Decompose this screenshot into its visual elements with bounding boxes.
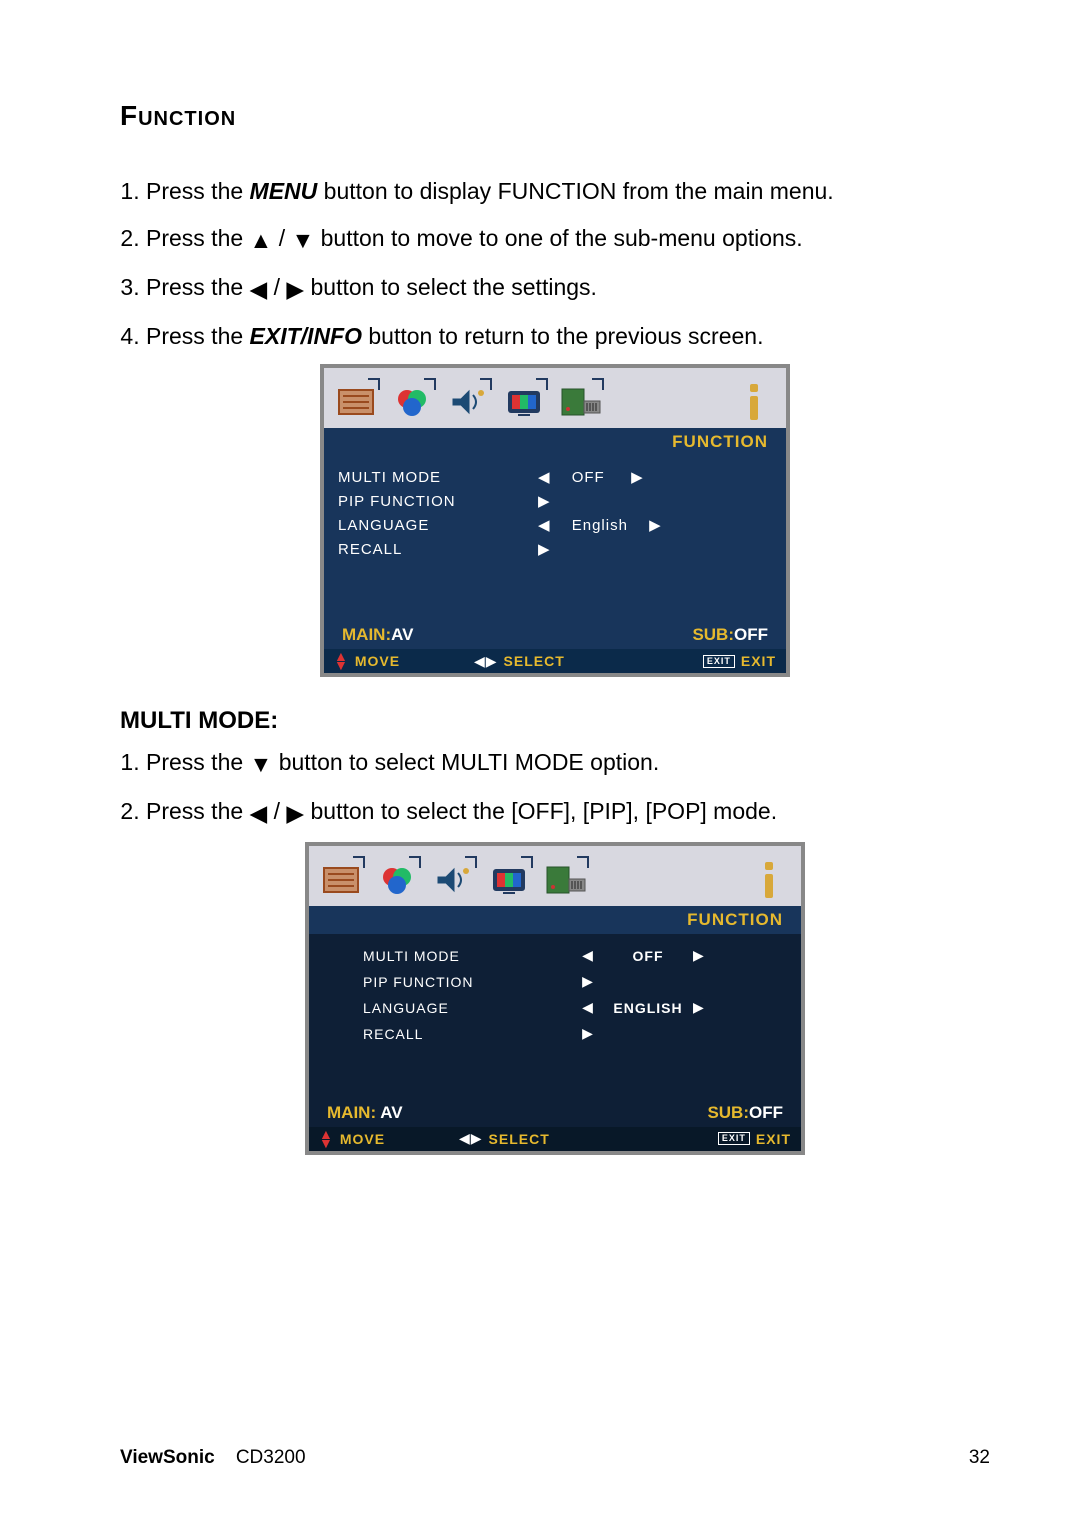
osd-tab-row [309,846,801,906]
tab-tv-icon [487,858,531,902]
right-arrow-icon: ▶ [631,468,644,486]
osd-screenshot-2: FUNCTION MULTI MODE ◀ OFF ▶ PIP FUNCTION… [305,842,805,1155]
tab-list-icon [319,858,363,902]
left-arrow-icon: ◀ [538,468,551,486]
right-triangle-icon: ▶ [286,270,304,309]
down-triangle-icon: ▼ [291,221,314,260]
page-footer: ViewSonic CD3200 32 [120,1447,990,1469]
right-arrow-icon: ▶ [693,999,723,1016]
osd-row-multimode: MULTI MODE ◀ OFF ▶ [323,944,787,968]
tab-list-icon [334,380,378,424]
main-steps-list: Press the MENU button to display FUNCTIO… [120,172,990,356]
left-triangle-icon: ◀ [250,794,268,833]
right-arrow-icon: ▶ [693,947,723,964]
osd-footer: ▲▼ MOVE ◀▶ SELECT EXIT EXIT [324,649,786,673]
osd-body: MULTI MODE ◀ OFF ▶ PIP FUNCTION ▶ LANGUA… [309,934,801,1099]
osd-screenshot-1: FUNCTION MULTI MODE ◀ OFF ▶ PIP FUNCTION… [320,364,790,677]
left-arrow-icon: ◀ [573,999,603,1016]
tab-tv-icon [502,380,546,424]
tab-function-icon [558,380,602,424]
tab-info-icon [747,858,791,902]
mm-step-1: Press the ▼ button to select MULTI MODE … [146,743,990,784]
multimode-steps: Press the ▼ button to select MULTI MODE … [120,743,990,833]
osd-row-recall: RECALL ▶ [323,1022,787,1046]
osd-body: MULTI MODE ◀ OFF ▶ PIP FUNCTION ▶ LANGUA… [324,456,786,621]
osd-row-language: LANGUAGE ◀ ENGLISH ▶ [323,996,787,1020]
step-1: Press the MENU button to display FUNCTIO… [146,172,990,211]
tab-color-icon [390,380,434,424]
osd-footer: ▲▼ MOVE ◀▶ SELECT EXIT EXIT [309,1127,801,1151]
exit-box-icon: EXIT [703,655,735,668]
left-triangle-icon: ◀ [250,270,268,309]
right-arrow-icon: ▶ [573,973,603,990]
tab-audio-icon [431,858,475,902]
osd-row-recall: RECALL ▶ [338,538,772,560]
down-triangle-icon: ▼ [250,745,273,784]
osd-status-bar: MAIN: AV SUB:OFF [309,1099,801,1127]
multimode-heading: MULTI MODE: [120,707,990,735]
osd-title: FUNCTION [309,906,801,934]
osd-row-language: LANGUAGE ◀ English ▶ [338,514,772,536]
osd-row-pip: PIP FUNCTION ▶ [338,490,772,512]
osd-title: FUNCTION [324,428,786,456]
osd-row-multimode: MULTI MODE ◀ OFF ▶ [338,466,772,488]
right-triangle-icon: ▶ [286,794,304,833]
right-arrow-icon: ▶ [573,1025,603,1042]
right-arrow-icon: ▶ [538,492,551,510]
step-4: Press the EXIT/INFO button to return to … [146,317,990,356]
osd-tab-row [324,368,786,428]
page-number: 32 [969,1447,990,1469]
right-arrow-icon: ▶ [538,540,551,558]
tab-function-icon [543,858,587,902]
osd-row-pip: PIP FUNCTION ▶ [323,970,787,994]
step-2: Press the ▲ / ▼ button to move to one of… [146,219,990,260]
exit-box-icon: EXIT [718,1132,750,1145]
right-arrow-icon: ▶ [649,516,662,534]
section-title: Function [120,100,990,132]
osd-status-bar: MAIN:AV SUB:OFF [324,621,786,649]
mm-step-2: Press the ◀ / ▶ button to select the [OF… [146,792,990,833]
tab-color-icon [375,858,419,902]
tab-info-icon [732,380,776,424]
up-triangle-icon: ▲ [250,221,273,260]
left-arrow-icon: ◀ [573,947,603,964]
step-3: Press the ◀ / ▶ button to select the set… [146,268,990,309]
left-arrow-icon: ◀ [538,516,551,534]
tab-audio-icon [446,380,490,424]
